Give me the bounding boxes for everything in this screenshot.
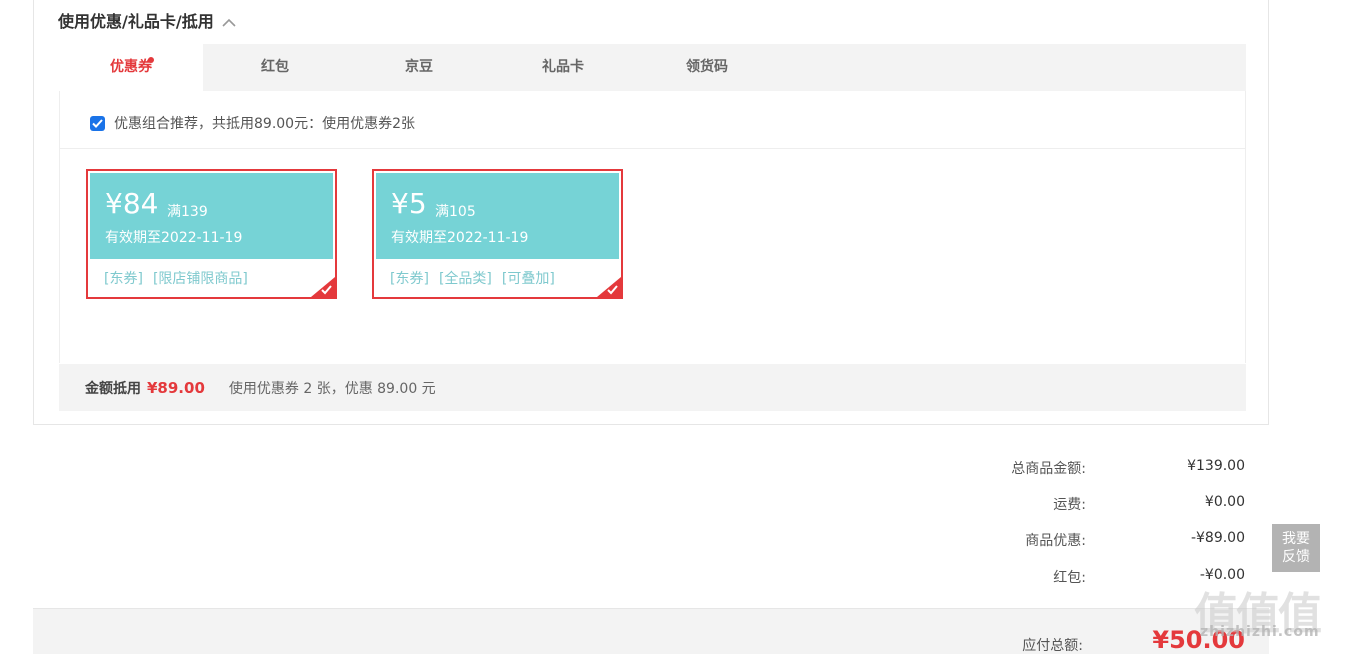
tab-label: 礼品卡 [542,59,584,75]
coupon-tags: [东券] [全品类] [可叠加] [390,268,555,288]
coupon-card[interactable]: ¥5 满105 有效期至2022-11-19 [东券] [全品类] [可叠加] [372,169,623,299]
coupon-card[interactable]: ¥84 满139 有效期至2022-11-19 [东券] [限店铺限商品] [86,169,337,299]
coupon-tag: [东券] [390,271,429,287]
combo-recommendation: 优惠组合推荐，共抵用89.00元：使用优惠券2张 [90,113,415,133]
selected-check-icon [311,277,335,297]
tab-label: 京豆 [405,59,433,75]
coupon-tag: [可叠加] [501,271,555,287]
coupon-tag: [限店铺限商品] [152,271,248,287]
feedback-line-2: 反馈 [1282,549,1310,565]
total-goods-label: 总商品金额: [1011,461,1086,477]
tab-red-packet[interactable]: 红包 [203,44,347,91]
feedback-line-1: 我要 [1282,531,1310,547]
site-watermark: 值值值 zhizhizhi.com [1192,578,1342,654]
coupon-condition: 满139 [167,204,208,220]
shipping-label: 运费: [1053,497,1086,513]
tab-gift-card[interactable]: 礼品卡 [491,44,635,91]
summary-description: 使用优惠券 2 张，优惠 89.00 元 [228,380,436,397]
chevron-up-icon[interactable] [222,14,236,27]
tab-label: 领货码 [686,59,728,75]
total-goods-value: ¥139.00 [1187,458,1245,474]
section-header[interactable]: 使用优惠/礼品卡/抵用 [58,8,236,32]
discount-summary: 金额抵用 ¥89.00 使用优惠券 2 张，优惠 89.00 元 [59,364,1246,411]
divider [60,148,1245,149]
discount-tabs: 优惠券 红包 京豆 礼品卡 领货码 [59,44,1246,91]
combo-text: 优惠组合推荐，共抵用89.00元：使用优惠券2张 [114,116,415,132]
coupon-header: ¥84 满139 有效期至2022-11-19 [90,173,333,259]
notification-dot-icon [148,57,154,63]
payable-label: 应付总额: [1022,638,1083,654]
watermark-domain: zhizhizhi.com [1200,624,1320,640]
selected-check-icon [597,277,621,297]
summary-amount: ¥89.00 [147,378,205,397]
coupon-header: ¥5 满105 有效期至2022-11-19 [376,173,619,259]
section-title: 使用优惠/礼品卡/抵用 [58,12,214,31]
coupon-validity: 有效期至2022-11-19 [105,230,243,246]
coupon-condition: 满105 [435,204,476,220]
coupon-amount: ¥84 [105,187,159,220]
discount-value: -¥89.00 [1190,530,1245,546]
payable-bar [33,608,1269,654]
tab-jingdou[interactable]: 京豆 [347,44,491,91]
summary-label: 金额抵用 [85,380,141,397]
tab-label: 红包 [261,59,289,75]
discount-label: 商品优惠: [1025,533,1086,549]
coupon-tags: [东券] [限店铺限商品] [104,268,248,288]
coupon-tag: [东券] [104,271,143,287]
coupon-validity: 有效期至2022-11-19 [391,230,529,246]
combo-checkbox[interactable] [90,115,105,131]
tab-pickup-code[interactable]: 领货码 [635,44,779,91]
red-packet-label: 红包: [1053,570,1086,586]
tab-coupons[interactable]: 优惠券 [59,44,203,91]
tab-label: 优惠券 [110,59,152,75]
shipping-value: ¥0.00 [1204,494,1245,510]
coupon-tag: [全品类] [438,271,492,287]
coupon-amount: ¥5 [391,187,427,220]
feedback-button[interactable]: 我要 反馈 [1272,524,1320,572]
